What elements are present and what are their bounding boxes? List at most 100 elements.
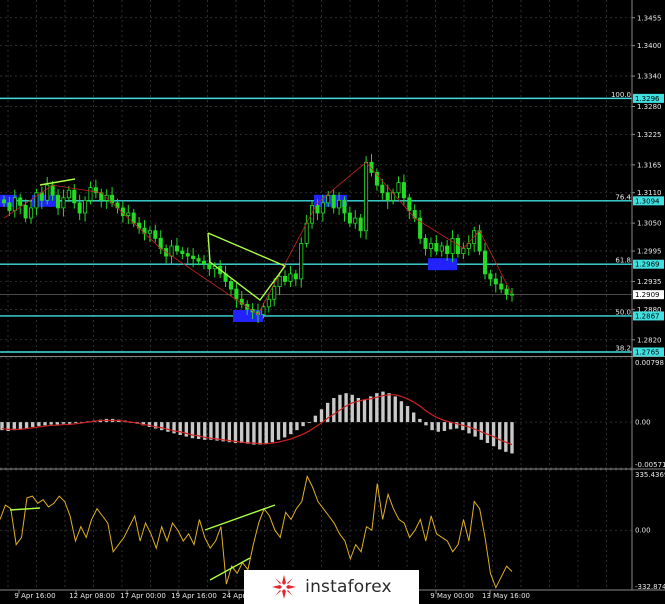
instaforex-logo-text: instaforex bbox=[305, 577, 392, 597]
candle-body bbox=[12, 197, 17, 211]
price-tick-label: 1.3340 bbox=[637, 73, 662, 81]
level-label: 50.0 bbox=[615, 308, 631, 316]
macd-bar bbox=[405, 406, 410, 423]
candle-body bbox=[191, 255, 196, 260]
macd-bar bbox=[411, 412, 416, 423]
candle-body bbox=[326, 194, 331, 204]
macd-bar bbox=[442, 422, 447, 431]
candle-body bbox=[50, 184, 55, 196]
time-tick-label: 12 Apr 08:00 bbox=[69, 592, 115, 600]
candle-body bbox=[23, 204, 28, 219]
macd-bar bbox=[24, 422, 29, 429]
candle-body bbox=[331, 194, 336, 209]
level-label: 100.0 bbox=[611, 91, 631, 99]
macd-tick-label: -0.00571 bbox=[635, 461, 665, 469]
price-tick-label: 1.3455 bbox=[637, 14, 662, 22]
candle-body bbox=[66, 189, 71, 199]
candle-body bbox=[61, 197, 66, 209]
macd-bar bbox=[510, 422, 514, 454]
candle-body bbox=[488, 273, 493, 280]
divergence-line bbox=[9, 507, 41, 511]
candle-body bbox=[207, 263, 212, 270]
price-tick-label: 1.3050 bbox=[637, 220, 662, 228]
macd-bar bbox=[424, 422, 428, 426]
candle-body bbox=[185, 253, 190, 257]
candle-body bbox=[18, 197, 23, 206]
current-price-badge-text: 1.2909 bbox=[635, 291, 660, 299]
time-tick-label: 19 Apr 16:00 bbox=[171, 592, 217, 600]
candle-body bbox=[353, 217, 358, 224]
macd-bar bbox=[350, 394, 354, 423]
candle-body bbox=[77, 202, 82, 214]
level-price-badge-text: 1.2969 bbox=[635, 261, 660, 269]
candle-body bbox=[88, 187, 93, 201]
macd-bar bbox=[387, 393, 391, 423]
candle-body bbox=[288, 273, 293, 282]
macd-bar bbox=[362, 399, 367, 423]
candle-body bbox=[1, 199, 7, 204]
macd-bar bbox=[55, 422, 59, 425]
cci-tick-label: -332.874 bbox=[635, 583, 665, 591]
candle-body bbox=[461, 248, 466, 254]
price-tick-label: 1.2820 bbox=[637, 336, 662, 344]
macd-bar bbox=[227, 422, 232, 443]
candle-body bbox=[234, 288, 239, 300]
candle-body bbox=[407, 197, 412, 211]
candle-body bbox=[272, 286, 277, 300]
macd-bar bbox=[37, 422, 41, 427]
price-tick-label: 1.3400 bbox=[637, 42, 662, 50]
macd-bar bbox=[215, 422, 219, 441]
candle-body bbox=[482, 250, 488, 275]
candle-body bbox=[310, 204, 315, 224]
highlight-boxes bbox=[0, 194, 457, 322]
candle-body bbox=[358, 217, 363, 232]
macd-bar bbox=[319, 409, 324, 423]
candle-body bbox=[277, 275, 282, 287]
macd-panel bbox=[0, 391, 514, 454]
chart-canvas: 100.0 76.4 61.8 50.0 38.2 1.3455 1.3400 1.3340… bbox=[0, 0, 665, 600]
macd-bar bbox=[338, 394, 342, 423]
macd-bar bbox=[491, 422, 496, 447]
macd-bar bbox=[184, 422, 189, 437]
instaforex-logo-icon bbox=[272, 575, 297, 599]
macd-tick-label: 0.00798 bbox=[635, 359, 664, 367]
candle-body bbox=[347, 212, 352, 224]
macd-bar bbox=[166, 422, 170, 432]
macd-bar bbox=[67, 422, 72, 424]
candle-body bbox=[364, 161, 369, 232]
macd-bar bbox=[74, 422, 78, 423]
candle-body bbox=[434, 243, 439, 252]
candle-body bbox=[504, 288, 509, 295]
candle-body bbox=[315, 204, 320, 214]
price-tick-label: 1.3225 bbox=[637, 131, 662, 139]
candle-body bbox=[320, 202, 325, 214]
level-price-badge-text: 1.3296 bbox=[635, 95, 660, 103]
time-tick-label: 13 May 16:00 bbox=[482, 592, 530, 600]
macd-bar bbox=[393, 396, 397, 423]
price-tick-label: 1.3110 bbox=[637, 189, 662, 197]
instaforex-logo: instaforex bbox=[244, 570, 419, 604]
macd-bar bbox=[18, 422, 23, 430]
macd-bar bbox=[289, 422, 293, 435]
macd-bar bbox=[485, 422, 490, 444]
macd-bar bbox=[307, 422, 311, 423]
level-price-badge-text: 1.2867 bbox=[635, 312, 660, 320]
candle-body bbox=[174, 245, 179, 252]
time-tick-label: 9 May 00:00 bbox=[430, 592, 474, 600]
level-label: 38.2 bbox=[615, 345, 631, 353]
macd-bar bbox=[43, 422, 47, 426]
time-tick-label: 17 Apr 00:00 bbox=[120, 592, 166, 600]
macd-bar bbox=[270, 422, 275, 443]
macd-bar bbox=[61, 422, 66, 424]
macd-bar bbox=[282, 422, 287, 438]
divergence-line bbox=[39, 178, 76, 186]
price-tick-label: 1.2995 bbox=[637, 248, 662, 256]
level-price-badge-text: 1.3094 bbox=[635, 197, 660, 205]
macd-bar bbox=[49, 422, 53, 425]
macd-bar bbox=[276, 422, 281, 440]
candle-body bbox=[445, 245, 450, 254]
cci-tick-label: 0.00 bbox=[635, 527, 651, 535]
macd-bar bbox=[209, 422, 213, 440]
candle-body bbox=[428, 243, 433, 249]
candle-body bbox=[28, 207, 34, 219]
